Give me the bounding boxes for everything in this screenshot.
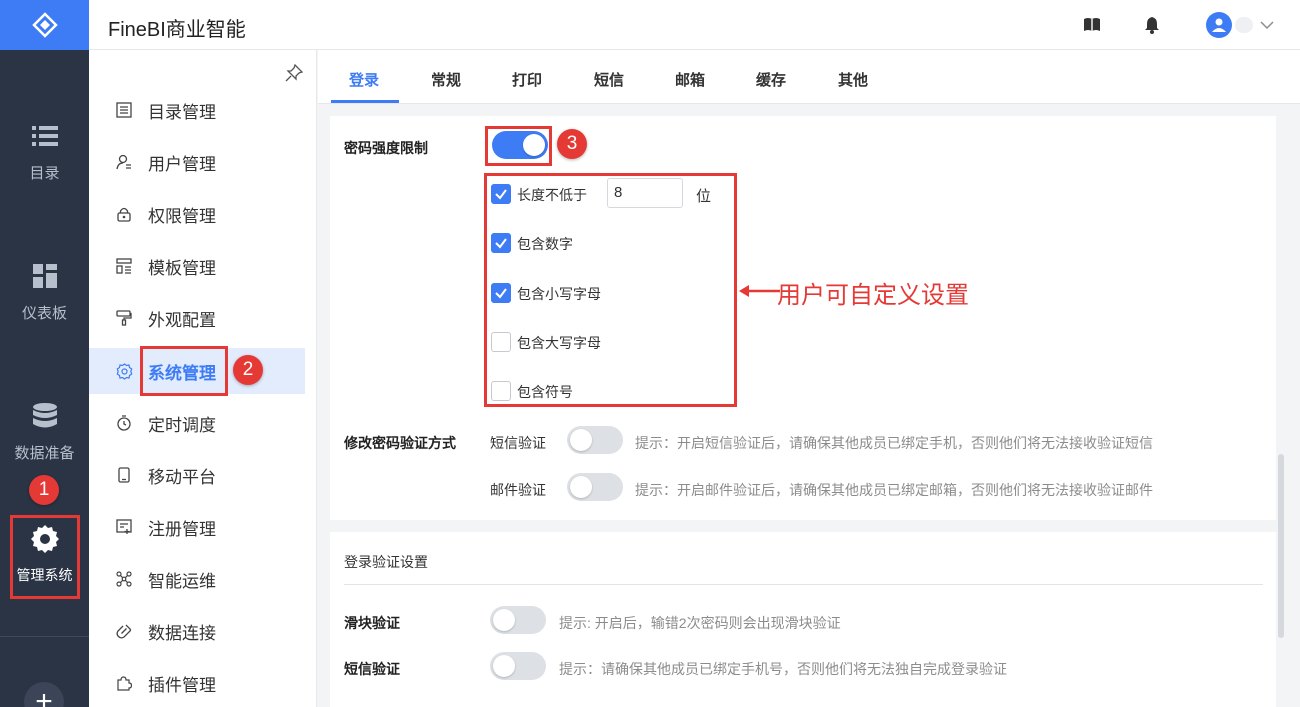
rail-divider	[0, 636, 89, 637]
sidebar-item-label: 目录管理	[148, 102, 216, 122]
top-bar: FineBI商业智能	[89, 0, 1300, 50]
sidebar-item-label: 移动平台	[148, 467, 216, 487]
active-tab-indicator	[331, 100, 399, 103]
tab-email[interactable]: 邮箱	[675, 69, 705, 90]
link-icon	[115, 622, 133, 640]
bell-icon[interactable]	[1142, 15, 1162, 35]
rail-item-label: 数据准备	[14, 444, 75, 462]
sidebar-item-label: 外观配置	[148, 310, 216, 330]
email-verify-label: 邮件验证	[490, 482, 546, 498]
timer-icon	[115, 414, 133, 432]
step-badge-3: 3	[557, 129, 587, 159]
sidebar-item-plugins[interactable]: 插件管理	[89, 660, 305, 706]
app-logo[interactable]	[0, 0, 89, 50]
step-badge-2: 2	[233, 355, 263, 385]
pin-icon[interactable]	[285, 64, 303, 82]
sidebar-item-label: 定时调度	[148, 415, 216, 435]
sidebar-item-label: 注册管理	[148, 519, 216, 539]
network-icon	[115, 570, 133, 588]
tab-print[interactable]: 打印	[512, 69, 542, 90]
scrollbar[interactable]	[1278, 454, 1284, 638]
sidebar-item-label: 数据连接	[148, 623, 216, 643]
password-settings-card: 密码强度限制 长度不低于 8 位 包含数字 包含小写字母 包含大写字母 包含符号…	[330, 116, 1276, 520]
catalog-icon	[115, 101, 133, 119]
sidebar-item-label: 插件管理	[148, 675, 216, 695]
change-verify-label: 修改密码验证方式	[344, 435, 456, 451]
sidebar-item-catalog[interactable]: 目录管理	[89, 87, 305, 133]
step-badge-1: 1	[29, 475, 59, 505]
sidebar-item-appearance[interactable]: 外观配置	[89, 295, 305, 341]
mobile-icon	[115, 466, 133, 484]
rail-item-data-prep[interactable]: 数据准备	[0, 377, 89, 487]
login-verify-title: 登录验证设置	[344, 554, 428, 570]
app-title: FineBI商业智能	[108, 19, 246, 41]
slider-verify-hint: 提示: 开启后，输错2次密码则会出现滑块验证	[559, 615, 841, 631]
sidebar-item-label: 权限管理	[148, 206, 216, 226]
chevron-down-icon[interactable]	[1259, 17, 1275, 33]
rail-item-label: 目录	[29, 164, 60, 182]
template-icon	[115, 257, 133, 275]
rail-item-label: 仪表板	[21, 304, 67, 322]
annotation-note: 用户可自定义设置	[777, 282, 969, 309]
sidebar-item-ops[interactable]: 智能运维	[89, 556, 305, 602]
dashboard-icon	[31, 262, 59, 290]
main-content: 登录 常规 打印 短信 邮箱 缓存 其他 密码强度限制 长度不低于 8 位 包含…	[318, 50, 1300, 707]
tab-bar: 登录 常规 打印 短信 邮箱 缓存 其他	[318, 50, 1300, 104]
sidebar-item-label: 智能运维	[148, 571, 216, 591]
logo-icon	[31, 12, 58, 38]
add-button[interactable]: +	[24, 682, 64, 707]
slider-verify-toggle[interactable]	[490, 606, 546, 634]
database-icon	[31, 402, 59, 430]
register-icon	[115, 518, 133, 536]
highlight-system	[140, 346, 228, 396]
password-strength-label: 密码强度限制	[344, 140, 428, 156]
email-verify-hint: 提示：开启邮件验证后，请确保其他成员已绑定邮箱，否则他们将无法接收验证邮件	[635, 482, 1153, 498]
sms-login-verify-toggle[interactable]	[490, 652, 546, 680]
rail-item-catalog[interactable]: 目录	[0, 97, 89, 207]
tab-general[interactable]: 常规	[431, 69, 461, 90]
tab-sms[interactable]: 短信	[594, 69, 624, 90]
lock-icon	[115, 205, 133, 223]
left-rail: 目录 仪表板 数据准备 管理系统 +	[0, 0, 89, 707]
sidebar-item-users[interactable]: 用户管理	[89, 139, 305, 185]
book-icon[interactable]	[1082, 15, 1102, 35]
sidebar-item-data-connection[interactable]: 数据连接	[89, 608, 305, 654]
user-icon	[115, 153, 133, 171]
sidebar-item-mobile[interactable]: 移动平台	[89, 452, 305, 498]
sidebar-item-scheduling[interactable]: 定时调度	[89, 400, 305, 446]
sidebar-item-label: 用户管理	[148, 154, 216, 174]
sidebar-item-templates[interactable]: 模板管理	[89, 243, 305, 289]
tab-cache[interactable]: 缓存	[756, 69, 786, 90]
sms-verify-hint: 提示：开启短信验证后，请确保其他成员已绑定手机，否则他们将无法接收验证短信	[635, 435, 1153, 451]
settings-icon	[115, 362, 133, 380]
sidebar-item-label: 模板管理	[148, 258, 216, 278]
sms-verify-label: 短信验证	[490, 435, 546, 451]
email-verify-toggle[interactable]	[567, 473, 623, 501]
avatar[interactable]	[1206, 12, 1232, 38]
tab-login[interactable]: 登录	[349, 69, 379, 90]
user-icon	[1212, 18, 1226, 32]
rail-item-dashboard[interactable]: 仪表板	[0, 237, 89, 347]
highlight-toggle	[485, 126, 552, 166]
sidebar-item-registration[interactable]: 注册管理	[89, 504, 305, 550]
slider-verify-label: 滑块验证	[344, 615, 400, 631]
arrow-icon	[739, 285, 780, 297]
brush-icon	[115, 309, 133, 327]
sms-login-verify-hint: 提示：请确保其他成员已绑定手机号，否则他们将无法独自完成登录验证	[559, 661, 1007, 677]
section-divider	[344, 584, 1263, 585]
highlight-options	[484, 173, 737, 407]
tab-other[interactable]: 其他	[838, 69, 868, 90]
sms-verify-toggle[interactable]	[567, 426, 623, 454]
sidebar-item-permissions[interactable]: 权限管理	[89, 191, 305, 237]
highlight-admin	[10, 515, 80, 599]
login-verify-card: 登录验证设置 滑块验证 提示: 开启后，输错2次密码则会出现滑块验证 短信验证 …	[330, 532, 1276, 707]
sms-login-verify-label: 短信验证	[344, 661, 400, 677]
username-blurred	[1235, 17, 1253, 33]
puzzle-icon	[115, 674, 133, 692]
list-icon	[31, 122, 59, 150]
